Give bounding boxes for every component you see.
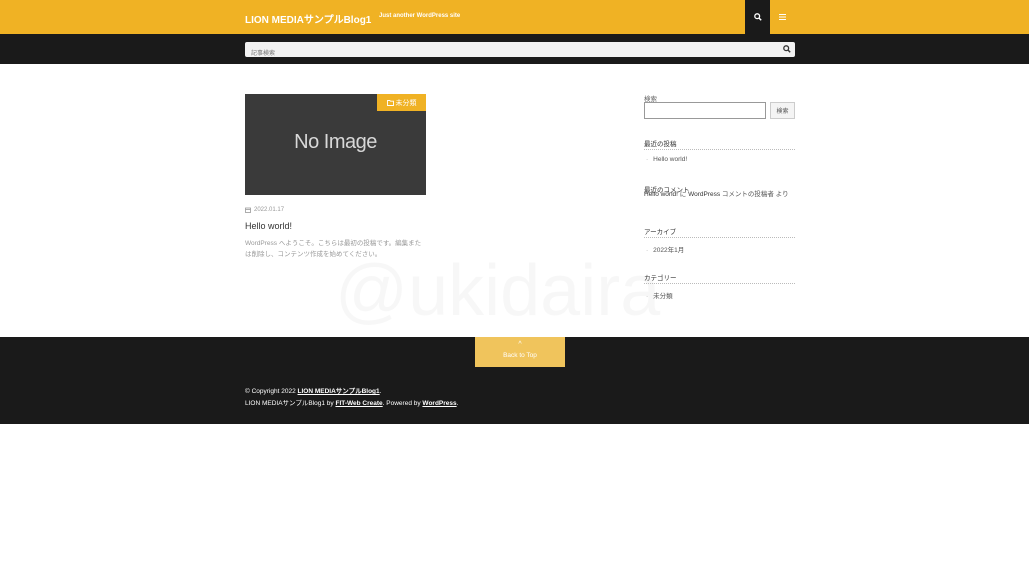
credit-prefix: LION MEDIAサンプルBlog1 by xyxy=(245,400,336,407)
archive-item[interactable]: · 2022年1月 xyxy=(646,244,684,254)
no-image-text: No Image xyxy=(294,131,377,153)
back-to-top-button[interactable]: ^ Back to Top xyxy=(475,337,565,367)
copyright-site-link[interactable]: LION MEDIAサンプルBlog1 xyxy=(298,388,380,395)
recent-post-link[interactable]: Hello world! xyxy=(653,156,687,163)
header-bar: LION MEDIAサンプルBlog1 Just another WordPre… xyxy=(0,0,1029,34)
copyright-suffix: . xyxy=(379,388,382,395)
search-box xyxy=(245,42,795,62)
category-label: 未分類 xyxy=(395,99,417,107)
credit-line: LION MEDIAサンプルBlog1 by FIT-Web Create. P… xyxy=(245,397,458,407)
category-item[interactable]: · 未分類 xyxy=(646,290,673,300)
search-icon[interactable] xyxy=(783,45,791,53)
archives-heading: アーカイブ xyxy=(644,226,795,238)
post-title[interactable]: Hello world! xyxy=(245,221,292,231)
category-link[interactable]: 未分類 xyxy=(653,293,673,300)
site-title[interactable]: LION MEDIAサンプルBlog1 xyxy=(245,11,371,26)
copyright-prefix: © Copyright 2022 xyxy=(245,388,298,395)
menu-toggle-button[interactable] xyxy=(770,0,795,34)
comment-author-link[interactable]: WordPress xyxy=(688,191,720,198)
fitweb-link[interactable]: FIT-Web Create xyxy=(335,400,382,407)
chevron-up-icon: ^ xyxy=(518,341,522,348)
categories-heading: カテゴリー xyxy=(644,272,795,284)
search-toggle-button[interactable] xyxy=(745,0,770,34)
post-excerpt: WordPress へようこそ。こちらは最初の投稿です。編集または削除し、コンテ… xyxy=(245,240,422,258)
sidebar-search-input[interactable] xyxy=(644,102,766,119)
search-icon xyxy=(753,13,762,21)
site-description: Just another WordPress site xyxy=(379,13,461,19)
calendar-icon xyxy=(245,207,251,213)
credit-mid: . Powered by xyxy=(382,400,423,407)
recent-posts-heading: 最近の投稿 xyxy=(644,138,795,150)
watermark: @ukidaira xyxy=(335,250,660,332)
credit-suffix: . xyxy=(456,400,459,407)
folder-icon xyxy=(386,99,394,106)
comment-on-text: に xyxy=(677,191,689,198)
category-badge[interactable]: 未分類 xyxy=(377,94,426,111)
recent-comment-item: Hello world! に WordPress コメントの投稿者 より xyxy=(644,191,795,199)
search-input[interactable] xyxy=(245,46,765,62)
wordpress-link[interactable]: WordPress xyxy=(422,400,456,407)
post-date-text: 2022.01.17 xyxy=(254,207,285,213)
archive-link[interactable]: 2022年1月 xyxy=(653,247,684,254)
sidebar-search-button[interactable]: 検索 xyxy=(770,102,795,119)
comment-post-link[interactable]: Hello world! xyxy=(644,191,678,198)
hamburger-icon xyxy=(779,14,786,20)
copyright-line: © Copyright 2022 LION MEDIAサンプルBlog1. xyxy=(245,385,381,395)
comment-rest-text: コメントの投稿者 より xyxy=(720,191,789,198)
back-to-top-label: Back to Top xyxy=(503,352,537,359)
recent-post-item[interactable]: · Hello world! xyxy=(646,156,687,163)
search-bar xyxy=(0,34,1029,64)
post-date: 2022.01.17 xyxy=(245,207,284,213)
